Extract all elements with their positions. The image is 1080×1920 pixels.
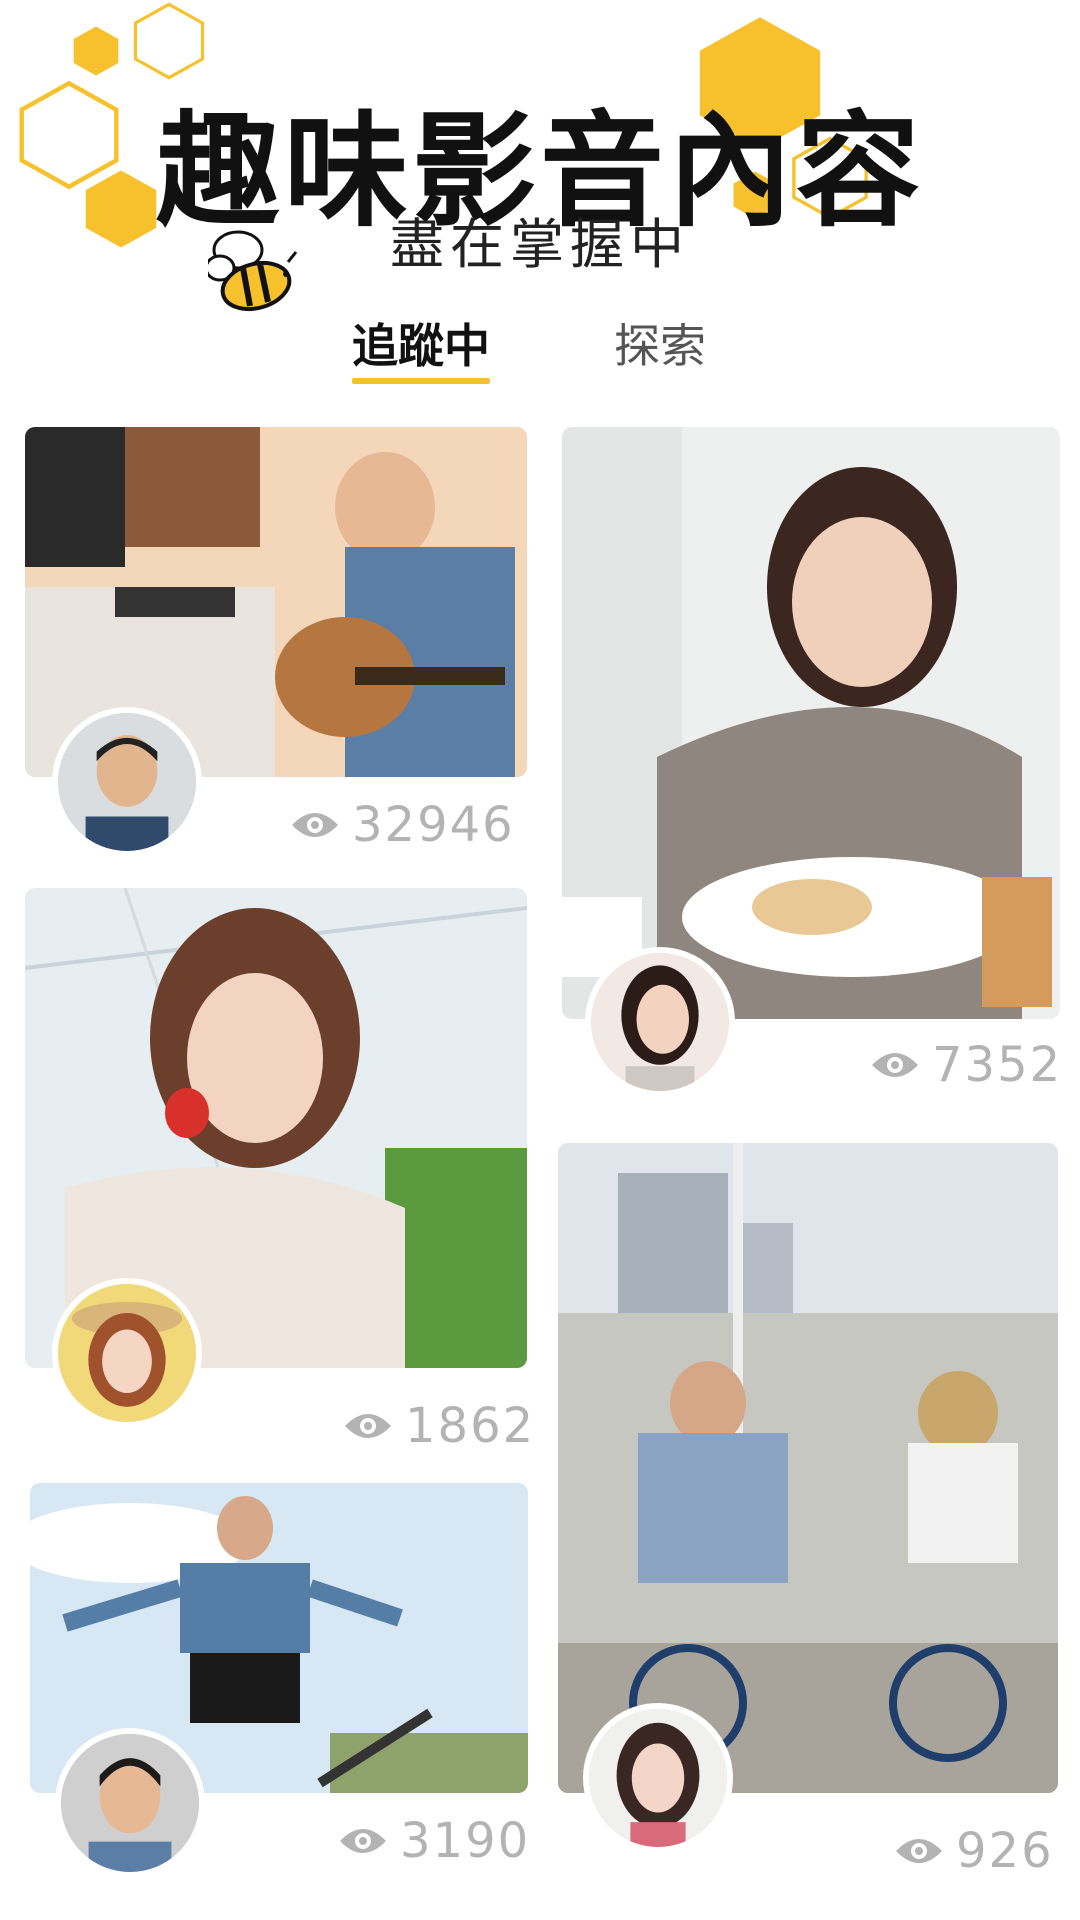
tab-explore[interactable]: 探索: [614, 300, 706, 386]
avatar-smiling-woman[interactable]: [585, 947, 735, 1097]
hexagon-decoration: [133, 2, 205, 80]
avatar-smiling-man[interactable]: [52, 707, 202, 857]
video-thumbnail-woman-eating-cake[interactable]: [562, 427, 1060, 1019]
view-count-value: 3190: [400, 1813, 531, 1869]
view-count-value: 32946: [352, 797, 515, 853]
view-count-value: 926: [956, 1823, 1054, 1879]
avatar-young-woman[interactable]: [583, 1703, 733, 1853]
tab-following[interactable]: 追蹤中: [352, 300, 490, 386]
eye-icon: [345, 1414, 391, 1438]
view-count: 32946: [290, 797, 515, 853]
eye-icon: [896, 1839, 942, 1863]
page-subtitle: 盡在掌握中: [390, 213, 690, 276]
eye-icon: [872, 1053, 918, 1077]
view-count: 1862: [343, 1398, 535, 1454]
view-count: 3190: [338, 1813, 530, 1869]
video-thumbnail-couple-on-bicycles[interactable]: [558, 1143, 1058, 1793]
view-count-value: 7352: [932, 1037, 1063, 1093]
bee-mascot-icon: [208, 230, 298, 312]
eye-icon: [340, 1829, 386, 1853]
active-tab-indicator: [352, 378, 490, 384]
view-count-value: 1862: [405, 1398, 536, 1454]
view-count: 7352: [870, 1037, 1062, 1093]
avatar-man-with-short-hair[interactable]: [55, 1728, 205, 1878]
avatar-woman-in-hat[interactable]: [52, 1278, 202, 1428]
eye-icon: [292, 813, 338, 837]
view-count: 926: [894, 1823, 1054, 1879]
